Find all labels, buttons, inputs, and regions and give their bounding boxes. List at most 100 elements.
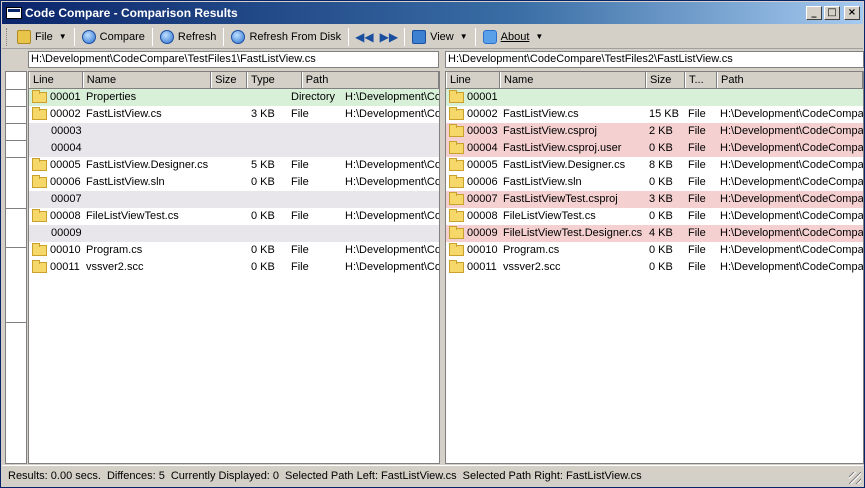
- column-header-type[interactable]: T...: [685, 72, 717, 88]
- left-path-field[interactable]: H:\Development\CodeCompare\TestFiles1\Fa…: [28, 51, 439, 68]
- cell-size: [248, 123, 288, 140]
- folder-icon: [32, 260, 47, 273]
- cell-line: 00010: [446, 242, 500, 259]
- cell-line: 00006: [29, 174, 83, 191]
- table-row[interactable]: 00003: [29, 123, 439, 140]
- line-number: 00010: [467, 244, 498, 256]
- right-file-list[interactable]: Line Name Size T... Path 00001 00002 FastL…: [445, 71, 864, 464]
- cell-line: 00009: [446, 225, 500, 242]
- table-row[interactable]: 00009: [29, 225, 439, 242]
- cell-name: FileListViewTest.cs: [503, 210, 596, 222]
- cell-type: File: [688, 108, 706, 120]
- column-header-path[interactable]: Path: [301, 72, 439, 88]
- toolbar-grip[interactable]: [6, 27, 9, 46]
- table-row[interactable]: 00001 Properties Directory H:\Development\C…: [29, 89, 439, 106]
- cell-type: [288, 140, 342, 157]
- cell-path: [717, 89, 863, 106]
- folder-icon: [32, 107, 47, 120]
- folder-icon: [449, 192, 464, 205]
- line-number: 00004: [51, 142, 82, 154]
- table-row[interactable]: 00010 Program.cs 0 KB File H:\Development\Co…: [29, 242, 439, 259]
- cell-size: 0 KB: [251, 210, 275, 222]
- cell-size: [248, 191, 288, 208]
- view-icon: [412, 29, 427, 44]
- toolbar-separator: [223, 27, 225, 46]
- column-header-name[interactable]: Name: [82, 72, 212, 88]
- table-row[interactable]: 00005 FastListView.Designer.cs 8 KB File H:\…: [446, 157, 863, 174]
- resize-grip[interactable]: [849, 472, 861, 484]
- status-selected-right: Selected Path Right: FastListView.cs: [462, 470, 642, 482]
- refresh-button[interactable]: Refresh: [156, 27, 221, 47]
- view-menu-button[interactable]: View ▼: [408, 27, 472, 47]
- table-row[interactable]: 00007 FastListViewTest.csproj 3 KB File H:\D…: [446, 191, 863, 208]
- column-header-name[interactable]: Name: [500, 72, 646, 88]
- cell-type: File: [291, 176, 309, 188]
- table-row[interactable]: 00011 vssver2.scc 0 KB File H:\Development\C…: [446, 259, 863, 276]
- cell-name: FastListView.csproj.user: [503, 142, 622, 154]
- column-header-size[interactable]: Size: [211, 72, 247, 88]
- difference-gutter[interactable]: [5, 71, 27, 464]
- table-row[interactable]: 00004: [29, 140, 439, 157]
- cell-line: 00004: [446, 140, 500, 157]
- line-number: 00003: [51, 125, 82, 137]
- folder-icon: [449, 209, 464, 222]
- cell-name: FastListView.cs: [86, 108, 162, 120]
- file-menu-button[interactable]: File ▼: [13, 27, 71, 47]
- cell-size: 0 KB: [649, 261, 673, 273]
- column-header-path[interactable]: Path: [717, 72, 863, 88]
- refresh-from-disk-button[interactable]: Refresh From Disk: [227, 27, 345, 47]
- line-number: 00006: [467, 176, 498, 188]
- column-header-type[interactable]: Type: [246, 72, 302, 88]
- left-file-list[interactable]: Line Name Size Type Path 00001 Properties…: [28, 71, 440, 464]
- cell-type: Directory: [291, 91, 336, 103]
- table-row[interactable]: 00008 FileListViewTest.cs 0 KB File H:\Devel…: [29, 208, 439, 225]
- table-row[interactable]: 00001: [446, 89, 863, 106]
- right-path-field[interactable]: H:\Development\CodeCompare\TestFiles2\Fa…: [445, 51, 864, 68]
- close-button[interactable]: ×: [844, 6, 860, 20]
- cell-type: File: [291, 244, 309, 256]
- cell-size: 2 KB: [649, 125, 673, 137]
- compare-button[interactable]: Compare: [78, 27, 149, 47]
- table-row[interactable]: 00011 vssver2.scc 0 KB File H:\Development\C…: [29, 259, 439, 276]
- table-row[interactable]: 00005 FastListView.Designer.cs 5 KB File H:\…: [29, 157, 439, 174]
- app-icon: [6, 7, 22, 19]
- column-header-size[interactable]: Size: [646, 72, 685, 88]
- table-row[interactable]: 00003 FastListView.csproj 2 KB File H:\Devel…: [446, 123, 863, 140]
- line-number: 00005: [50, 159, 81, 171]
- table-row[interactable]: 00007: [29, 191, 439, 208]
- cell-path: H:\Development\CodeCompare: [345, 210, 439, 222]
- table-row[interactable]: 00008 FileListViewTest.cs 0 KB File H:\Devel…: [446, 208, 863, 225]
- main-window: Code Compare - Comparison Results _ □ × …: [0, 0, 865, 488]
- cell-path: H:\Development\CodeCompare: [720, 244, 863, 256]
- cell-line: 00002: [29, 106, 83, 123]
- table-row[interactable]: 00002 FastListView.cs 3 KB File H:\Developme…: [29, 106, 439, 123]
- cell-line: 00007: [29, 191, 83, 208]
- table-row[interactable]: 00002 FastListView.cs 15 KB File H:\Developm…: [446, 106, 863, 123]
- column-header-line[interactable]: Line: [446, 72, 500, 88]
- cell-type: File: [688, 176, 706, 188]
- cell-size: 5 KB: [251, 159, 275, 171]
- title-bar[interactable]: Code Compare - Comparison Results _ □ ×: [2, 2, 863, 24]
- cell-size: 0 KB: [649, 176, 673, 188]
- table-row[interactable]: 00010 Program.cs 0 KB File H:\Development\Co…: [446, 242, 863, 259]
- cell-path: H:\Development\CodeCompare: [720, 125, 863, 137]
- about-menu-button[interactable]: About ▼: [479, 27, 548, 47]
- cell-size: 4 KB: [649, 227, 673, 239]
- table-row[interactable]: 00006 FastListView.sln 0 KB File H:\Developm…: [446, 174, 863, 191]
- table-row[interactable]: 00009 FileListViewTest.Designer.cs 4 KB Fil…: [446, 225, 863, 242]
- cell-path: H:\Development\CodeCompare: [720, 159, 863, 171]
- cell-path: H:\Development\CodeCompare: [345, 176, 439, 188]
- table-row[interactable]: 00006 FastListView.sln 0 KB File H:\Developm…: [29, 174, 439, 191]
- maximize-button[interactable]: □: [824, 6, 840, 20]
- column-header-line[interactable]: Line: [29, 72, 83, 88]
- cell-name: FastListView.cs: [503, 108, 579, 120]
- status-bar: Results: 0.00 secs. Diffences: 5 Current…: [2, 465, 863, 486]
- window-title: Code Compare - Comparison Results: [25, 6, 238, 20]
- previous-difference-button[interactable]: ◀◀: [352, 27, 376, 47]
- gutter-marker: [6, 157, 26, 158]
- minimize-button[interactable]: _: [806, 6, 822, 20]
- table-row[interactable]: 00004 FastListView.csproj.user 0 KB File H:\…: [446, 140, 863, 157]
- next-difference-button[interactable]: ▶▶: [377, 27, 401, 47]
- refresh-disk-label: Refresh From Disk: [249, 30, 342, 43]
- cell-line: 00006: [446, 174, 500, 191]
